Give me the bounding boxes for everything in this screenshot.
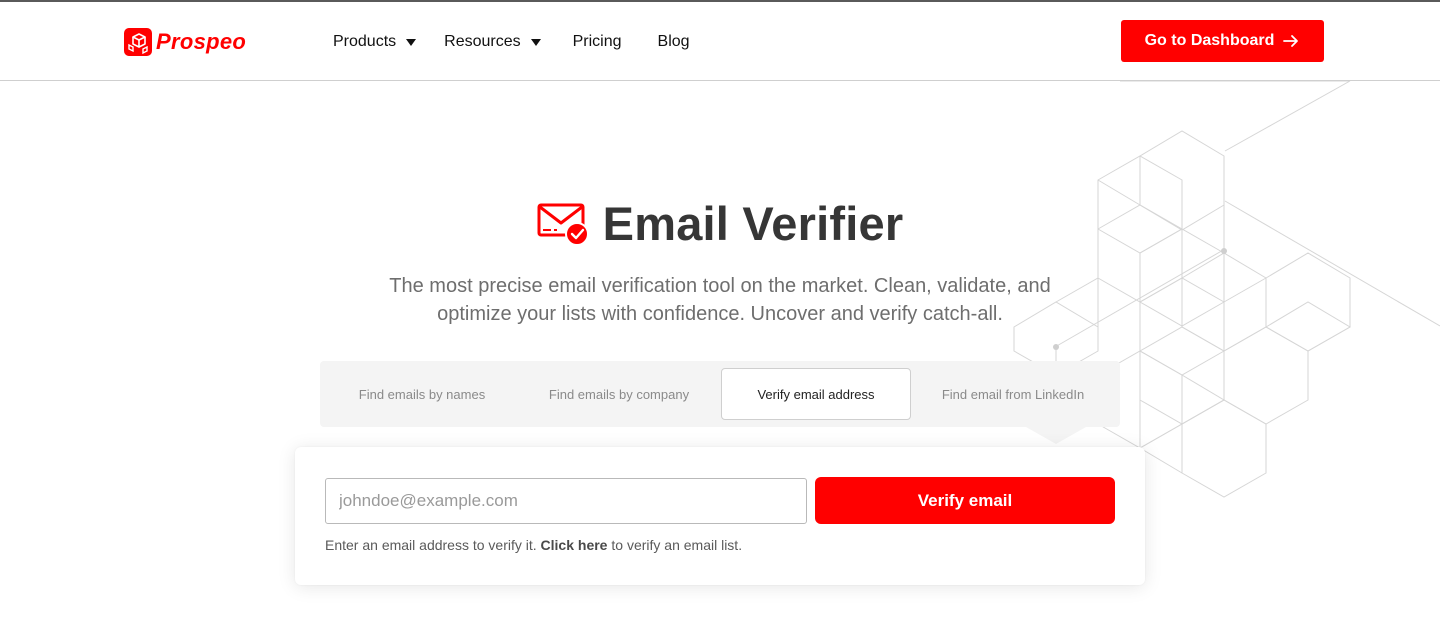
nav-resources-label: Resources bbox=[444, 33, 521, 50]
tool-tabs: Find emails by names Find emails by comp… bbox=[320, 361, 1120, 427]
nav-blog[interactable]: Blog bbox=[658, 33, 690, 51]
helper-text-after: to verify an email list. bbox=[607, 537, 743, 553]
verify-form-card: Verify email Enter an email address to v… bbox=[295, 447, 1145, 585]
hero-subtitle-line-1: The most precise email verification tool… bbox=[389, 275, 1051, 297]
nav-pricing[interactable]: Pricing bbox=[573, 33, 622, 51]
go-to-dashboard-label: Go to Dashboard bbox=[1144, 32, 1275, 49]
tab-verify-email[interactable]: Verify email address bbox=[721, 368, 911, 420]
hero-subtitle-line-2: optimize your lists with confidence. Unc… bbox=[437, 303, 1003, 325]
caret-down-icon bbox=[530, 39, 541, 46]
nav-products-label: Products bbox=[333, 33, 397, 50]
tab-find-from-linkedin[interactable]: Find email from LinkedIn bbox=[918, 368, 1108, 420]
hero-title-row: Email Verifier bbox=[0, 196, 1440, 251]
helper-text-before: Enter an email address to verify it. bbox=[325, 537, 541, 553]
site-header: Prospeo Products Resources Pricing Blog … bbox=[0, 2, 1440, 81]
main-nav: Products Resources Pricing Blog bbox=[333, 30, 690, 54]
page-title: Email Verifier bbox=[602, 197, 904, 250]
tab-pointer bbox=[1026, 427, 1086, 444]
hero-subtitle: The most precise email verification tool… bbox=[320, 272, 1120, 328]
cube-logo-icon bbox=[124, 28, 152, 56]
brand-name: Prospeo bbox=[156, 29, 247, 54]
verify-email-button[interactable]: Verify email bbox=[815, 477, 1115, 524]
tab-find-by-company[interactable]: Find emails by company bbox=[524, 368, 714, 420]
click-here-link[interactable]: Click here bbox=[541, 537, 608, 553]
tab-find-by-names[interactable]: Find emails by names bbox=[327, 368, 517, 420]
email-verify-icon bbox=[537, 203, 589, 246]
nav-products[interactable]: Products bbox=[333, 33, 417, 51]
nav-pricing-label: Pricing bbox=[572, 33, 622, 50]
email-input[interactable] bbox=[325, 478, 807, 524]
caret-down-icon bbox=[406, 39, 417, 46]
brand-logo[interactable]: Prospeo bbox=[124, 28, 246, 56]
nav-blog-label: Blog bbox=[657, 33, 690, 50]
helper-text: Enter an email address to verify it. Cli… bbox=[325, 537, 742, 553]
nav-resources[interactable]: Resources bbox=[444, 33, 541, 51]
go-to-dashboard-button[interactable]: Go to Dashboard bbox=[1121, 20, 1324, 62]
arrow-right-icon bbox=[1283, 35, 1299, 47]
